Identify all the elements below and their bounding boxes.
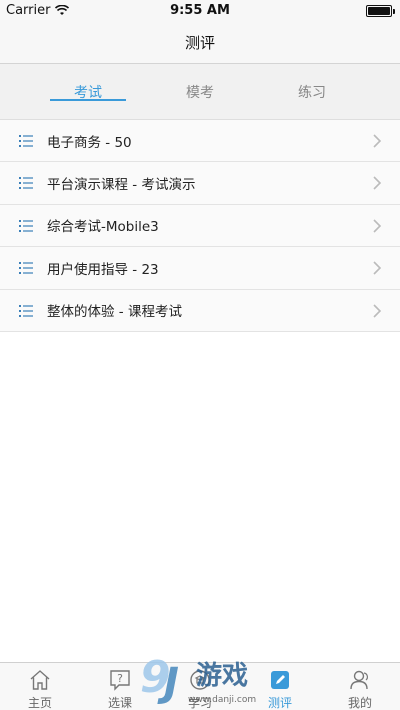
status-bar: Carrier 9:55 AM: [0, 0, 400, 22]
tabbar-item-mine[interactable]: 我的: [320, 663, 400, 710]
chevron-right-icon: [373, 219, 382, 233]
chevron-right-icon: [373, 176, 382, 190]
tabbar-item-home[interactable]: 主页: [0, 663, 80, 710]
edit-icon: [271, 671, 289, 689]
list-icon: [19, 304, 33, 317]
tabbar-item-study[interactable]: 学习: [160, 663, 240, 710]
list-item[interactable]: 平台演示课程 - 考试演示: [0, 162, 400, 205]
list-item-label: 整体的体验 - 课程考试: [47, 304, 182, 321]
list-item-label: 综合考试-Mobile3: [47, 219, 159, 236]
list-item-label: 电子商务 - 50: [47, 134, 132, 151]
page-title: 测评: [184, 34, 215, 52]
question-icon: ?: [110, 670, 130, 691]
tabbar-label: 主页: [27, 696, 52, 710]
tabbar-item-assessment[interactable]: 测评: [240, 663, 320, 710]
list-item-label: 平台演示课程 - 考试演示: [47, 177, 196, 194]
list-icon: [19, 262, 33, 275]
nav-bar: 测评: [0, 22, 400, 64]
list-icon: [19, 135, 33, 147]
tabbar-item-courses[interactable]: ? 选课: [80, 663, 160, 710]
user-icon: [350, 670, 368, 690]
tabbar-label: 测评: [267, 696, 292, 710]
list-item-label: 用户使用指导 - 23: [47, 261, 159, 278]
list-item[interactable]: 电子商务 - 50: [0, 120, 400, 163]
battery-icon: [366, 5, 395, 17]
study-icon: [190, 670, 210, 690]
active-tab-indicator: [50, 99, 126, 101]
list-item[interactable]: 用户使用指导 - 23: [0, 247, 400, 290]
bottom-tab-bar: 主页 ? 选课 学习 测评 我的: [0, 662, 400, 710]
svg-text:?: ?: [117, 672, 123, 685]
tab-practice[interactable]: 练习: [257, 64, 367, 120]
tab-exam[interactable]: 考试: [33, 64, 143, 120]
list-icon: [19, 177, 33, 190]
list-icon: [19, 219, 33, 232]
tabbar-label: 学习: [187, 696, 212, 710]
tabbar-label: 我的: [347, 696, 372, 710]
tab-mock-exam[interactable]: 模考: [145, 64, 255, 120]
chevron-right-icon: [373, 303, 382, 318]
list-item[interactable]: 整体的体验 - 课程考试: [0, 289, 400, 332]
chevron-right-icon: [373, 261, 382, 275]
exam-list: 电子商务 - 50 平台演示课程 - 考试演示 综合考试-Mobile3 用户使…: [0, 120, 400, 332]
status-time: 9:55 AM: [170, 3, 230, 18]
tabbar-label: 选课: [107, 696, 132, 710]
tab-bar-top: 考试 模考 练习: [0, 64, 400, 120]
list-item[interactable]: 综合考试-Mobile3: [0, 204, 400, 248]
chevron-right-icon: [373, 134, 382, 148]
home-icon: [30, 670, 50, 690]
